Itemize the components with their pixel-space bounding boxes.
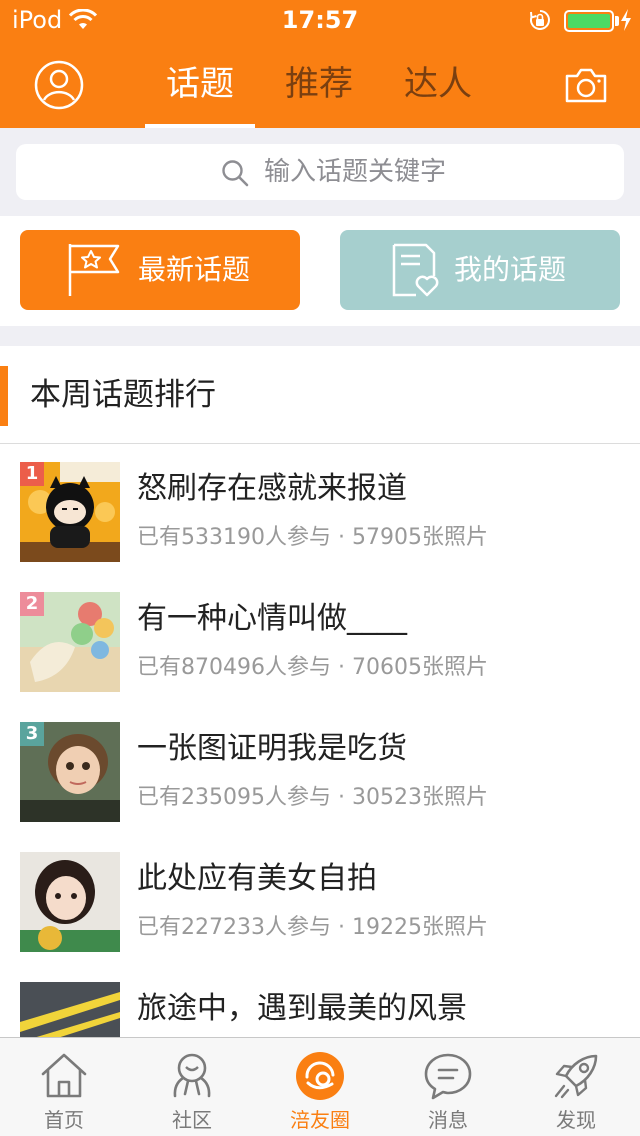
topic-buttons-row: 最新话题 我的话题 xyxy=(0,216,640,326)
latest-topics-label: 最新话题 xyxy=(138,253,251,286)
topic-thumbnail xyxy=(20,852,120,952)
topic-row[interactable]: 2 有一种心情叫做____ 已有870496人参与 · 70605张照片 xyxy=(0,575,640,705)
friends-circle-icon xyxy=(296,1052,344,1100)
topic-row[interactable]: 1 怒刷存在感就来报道 已有533190人参与 · 57905张照片 xyxy=(0,445,640,575)
topic-stats: 已有227233人参与 · 19225张照片 xyxy=(137,915,488,940)
tab-discover-label: 发现 xyxy=(556,1108,596,1132)
topic-thumbnail: 2 xyxy=(20,592,120,692)
tab-recommend[interactable]: 推荐 xyxy=(264,56,374,128)
community-icon xyxy=(173,1053,211,1098)
tab-community[interactable]: 社区 xyxy=(128,1038,256,1136)
rank-badge: 1 xyxy=(20,462,44,486)
user-avatar-icon[interactable] xyxy=(34,60,84,110)
battery-indicator xyxy=(564,10,614,32)
road-image xyxy=(20,982,120,1037)
selfie-portrait-image xyxy=(20,852,120,952)
section-title: 本周话题排行 xyxy=(30,377,216,413)
topic-title: 有一种心情叫做____ xyxy=(137,601,407,636)
topic-list: 1 怒刷存在感就来报道 已有533190人参与 · 57905张照片 2 有一种… xyxy=(0,445,640,1037)
message-icon xyxy=(424,1053,472,1100)
topic-row[interactable]: 旅途中，遇到最美的风景 xyxy=(0,965,640,1037)
app-header: iPod 17:57 话题 推荐 达人 xyxy=(0,0,640,128)
search-icon xyxy=(222,160,249,187)
tab-experts-label: 达人 xyxy=(404,64,472,104)
my-topics-button[interactable]: 我的话题 xyxy=(340,230,620,310)
search-placeholder: 输入话题关键字 xyxy=(264,157,447,187)
tab-experts[interactable]: 达人 xyxy=(383,56,493,128)
topic-title: 怒刷存在感就来报道 xyxy=(137,471,407,506)
topic-stats: 已有870496人参与 · 70605张照片 xyxy=(137,655,488,680)
latest-topics-button[interactable]: 最新话题 xyxy=(20,230,300,310)
topic-stats: 已有235095人参与 · 30523张照片 xyxy=(137,785,488,810)
tab-friends-circle[interactable]: 涪友圈 xyxy=(256,1038,384,1136)
topic-title: 一张图证明我是吃货 xyxy=(137,731,407,766)
topic-stats: 已有533190人参与 · 57905张照片 xyxy=(137,525,488,550)
topic-row[interactable]: 3 一张图证明我是吃货 已有235095人参与 · 30523张照片 xyxy=(0,705,640,835)
section-divider xyxy=(0,326,640,346)
tab-home[interactable]: 首页 xyxy=(0,1038,128,1136)
topic-row[interactable]: 此处应有美女自拍 已有227233人参与 · 19225张照片 xyxy=(0,835,640,965)
battery-fill xyxy=(568,14,610,28)
star-flag-icon xyxy=(68,244,120,296)
tab-messages[interactable]: 消息 xyxy=(384,1038,512,1136)
topic-title: 此处应有美女自拍 xyxy=(137,861,377,896)
rotation-lock-icon xyxy=(530,10,550,30)
tab-discover[interactable]: 发现 xyxy=(512,1038,640,1136)
nav-bar: 话题 推荐 达人 xyxy=(0,40,640,128)
topic-thumbnail xyxy=(20,982,120,1037)
tab-recommend-label: 推荐 xyxy=(285,64,353,104)
topic-thumbnail: 3 xyxy=(20,722,120,822)
section-accent-bar xyxy=(0,366,8,426)
rank-badge: 3 xyxy=(20,722,44,746)
topic-thumbnail: 1 xyxy=(20,462,120,562)
my-topics-label: 我的话题 xyxy=(454,253,567,286)
bottom-tab-bar: 首页 社区 涪友圈 消息 发现 xyxy=(0,1037,640,1136)
tab-community-label: 社区 xyxy=(172,1108,212,1132)
charging-bolt-icon xyxy=(621,9,631,31)
topic-title: 旅途中，遇到最美的风景 xyxy=(137,991,467,1026)
tab-friends-circle-label: 涪友圈 xyxy=(290,1108,350,1132)
rank-badge: 2 xyxy=(20,592,44,616)
home-icon xyxy=(41,1053,87,1098)
tab-topics[interactable]: 话题 xyxy=(145,56,255,128)
tab-messages-label: 消息 xyxy=(428,1108,468,1132)
rocket-icon xyxy=(554,1054,598,1099)
search-bar-container: 输入话题关键字 xyxy=(0,128,640,216)
camera-icon[interactable] xyxy=(564,66,608,104)
search-input[interactable]: 输入话题关键字 xyxy=(16,144,624,200)
tab-home-label: 首页 xyxy=(44,1108,84,1132)
weekly-ranking-header: 本周话题排行 xyxy=(0,346,640,444)
document-heart-icon xyxy=(392,243,439,297)
tab-topics-label: 话题 xyxy=(166,64,234,104)
status-bar: iPod 17:57 xyxy=(0,0,640,40)
